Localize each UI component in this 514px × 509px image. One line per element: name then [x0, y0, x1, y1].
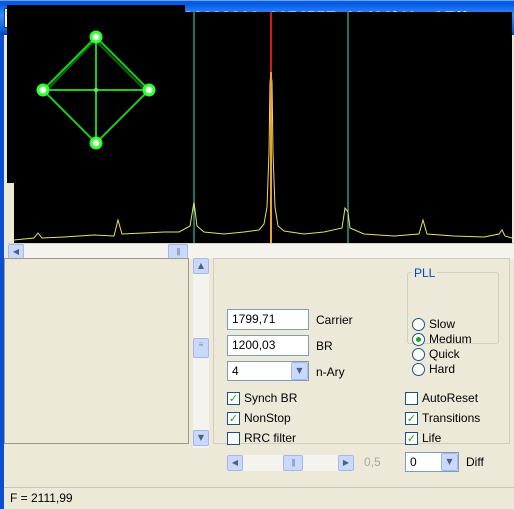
scroll-up-button[interactable]: ▲ — [193, 258, 209, 274]
rrc-filter-checkbox[interactable]: RRC filter — [227, 430, 296, 446]
slider-value: 0,5 — [364, 455, 381, 469]
vertical-scrollbar[interactable]: ▲ ≡ ▼ — [193, 258, 209, 448]
radio-icon — [412, 347, 425, 361]
radio-icon — [412, 317, 425, 331]
br-input[interactable]: 1200,03 — [227, 335, 309, 356]
life-checkbox[interactable]: ✓ Life — [405, 430, 441, 446]
constellation-point-bottom — [89, 136, 103, 150]
synch-br-checkbox[interactable]: ✓ Synch BR — [227, 390, 297, 406]
checkbox-empty-icon — [227, 431, 240, 445]
pll-option-hard[interactable]: Hard — [412, 362, 455, 376]
constellation-display — [7, 5, 185, 183]
slider-left-button[interactable]: ◀ — [227, 455, 243, 471]
nary-select[interactable]: 4 ▼ — [227, 361, 309, 381]
status-bar: F = 2111,99 — [4, 487, 514, 509]
transitions-checkbox[interactable]: ✓ Transitions — [405, 410, 480, 426]
radio-selected-icon — [412, 332, 425, 346]
diff-label: Diff — [466, 455, 484, 469]
bandwidth-slider[interactable]: ◀ ||| ▶ — [227, 455, 354, 471]
slider-thumb[interactable]: ||| — [283, 455, 303, 471]
nary-label: n-Ary — [316, 365, 345, 379]
pll-option-medium[interactable]: Medium — [412, 332, 472, 346]
diff-select[interactable]: 0 ▼ — [405, 452, 459, 472]
nonstop-checkbox[interactable]: ✓ NonStop — [227, 410, 291, 426]
scroll-down-button[interactable]: ▼ — [193, 430, 209, 446]
slider-right-button[interactable]: ▶ — [338, 455, 354, 471]
pll-option-slow[interactable]: Slow — [412, 317, 455, 331]
checkmark-icon: ✓ — [227, 411, 240, 425]
radio-icon — [412, 362, 425, 376]
carrier-label: Carrier — [316, 313, 353, 327]
checkbox-empty-icon — [405, 391, 418, 405]
autoreset-checkbox[interactable]: AutoReset — [405, 390, 478, 406]
vertical-scroll-thumb[interactable]: ≡ — [193, 338, 209, 358]
chevron-down-icon[interactable]: ▼ — [291, 362, 308, 380]
nary-value: 4 — [232, 364, 239, 378]
constellation-point-right — [142, 83, 156, 97]
spectrum-scrollbar[interactable]: ◀ ||| — [8, 243, 514, 260]
checkmark-icon: ✓ — [227, 391, 240, 405]
constellation-point-left — [36, 83, 50, 97]
constellation-svg — [36, 30, 156, 150]
pll-option-quick[interactable]: Quick — [412, 347, 460, 361]
constellation-frame — [4, 258, 189, 444]
br-label: BR — [316, 339, 333, 353]
chevron-down-icon[interactable]: ▼ — [441, 453, 458, 471]
pll-title: PLL — [412, 266, 438, 280]
checkmark-icon: ✓ — [405, 411, 418, 425]
carrier-input[interactable]: 1799,71 — [227, 309, 309, 330]
checkmark-icon: ✓ — [405, 431, 418, 445]
frequency-readout: F = 2111,99 — [10, 491, 73, 505]
constellation-point-top — [89, 30, 103, 44]
diff-value: 0 — [410, 455, 417, 469]
